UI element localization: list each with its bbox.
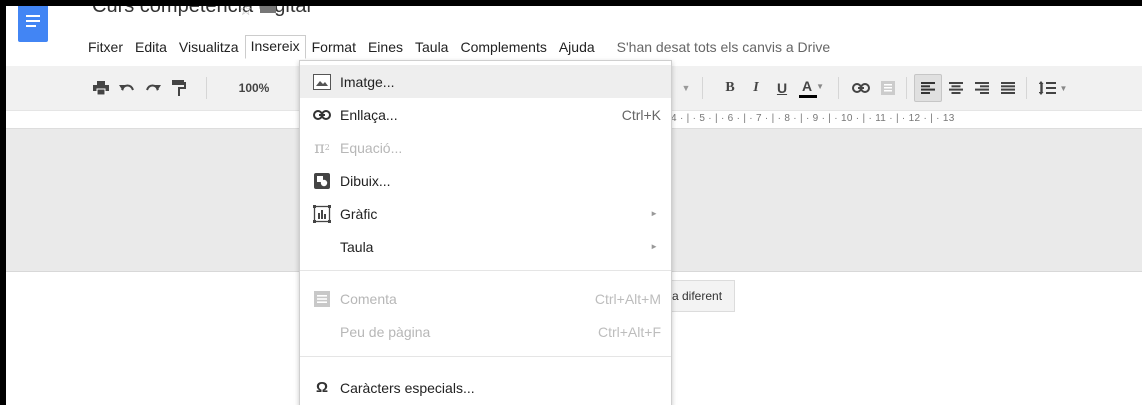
justify-button[interactable] bbox=[996, 66, 1020, 110]
chevron-down-icon: ▼ bbox=[1059, 83, 1068, 93]
zoom-value: 100% bbox=[238, 81, 270, 95]
menu-item-label: Comenta bbox=[340, 290, 397, 307]
docs-logo-icon[interactable] bbox=[18, 6, 48, 42]
menu-item-label: Peu de pàgina bbox=[340, 323, 431, 340]
insert-link-button[interactable] bbox=[848, 66, 874, 110]
print-button[interactable] bbox=[90, 66, 112, 110]
document-title[interactable]: Curs competència digital bbox=[92, 6, 311, 18]
align-center-icon bbox=[949, 82, 963, 94]
insert-menu: Imatge... Enllaça... Ctrl+K π2 Equació..… bbox=[299, 60, 672, 405]
menu-separator bbox=[300, 270, 671, 271]
save-status[interactable]: S'han desat tots els canvis a Drive bbox=[617, 39, 831, 55]
italic-button[interactable]: I bbox=[744, 66, 768, 110]
line-spacing-icon bbox=[1038, 81, 1056, 95]
menu-item-footnote: Peu de pàgina Ctrl+Alt+F bbox=[300, 315, 671, 348]
page-text-chip: a diferent bbox=[661, 280, 736, 312]
redo-icon bbox=[146, 84, 161, 91]
docs-app: Curs competència digital ☆ Fitxer Edita … bbox=[6, 6, 1142, 405]
align-left-button[interactable] bbox=[914, 74, 942, 102]
zoom-select[interactable]: 100% bbox=[230, 66, 278, 110]
chip-text: a diferent bbox=[672, 289, 723, 303]
comment-icon bbox=[313, 290, 331, 308]
toolbar-separator bbox=[838, 77, 839, 99]
toolbar-separator bbox=[906, 77, 907, 99]
menu-item-shortcut: Ctrl+K bbox=[621, 106, 661, 123]
star-icon[interactable]: ☆ bbox=[239, 6, 252, 19]
menu-item-label: Taula bbox=[340, 238, 374, 255]
menu-eines[interactable]: Eines bbox=[362, 36, 409, 58]
menu-complements[interactable]: Complements bbox=[454, 36, 552, 58]
menu-fitxer[interactable]: Fitxer bbox=[82, 36, 129, 58]
menu-item-image[interactable]: Imatge... bbox=[300, 65, 671, 98]
menubar: Fitxer Edita Visualitza Insereix Format … bbox=[82, 34, 830, 60]
menu-item-shortcut: Ctrl+Alt+F bbox=[597, 323, 661, 340]
insert-comment-button[interactable] bbox=[876, 66, 900, 110]
menu-item-link[interactable]: Enllaça... Ctrl+K bbox=[300, 98, 671, 131]
menu-item-chart[interactable]: Gràfic ► bbox=[300, 197, 671, 230]
menu-separator bbox=[300, 356, 671, 357]
undo-icon bbox=[119, 84, 134, 91]
image-icon bbox=[313, 73, 331, 91]
align-right-icon bbox=[975, 82, 989, 94]
menu-item-comment: Comenta Ctrl+Alt+M bbox=[300, 282, 671, 315]
redo-button[interactable] bbox=[142, 66, 164, 110]
link-icon bbox=[852, 83, 870, 93]
menu-edita[interactable]: Edita bbox=[129, 36, 173, 58]
text-color-swatch bbox=[799, 95, 817, 98]
align-right-button[interactable] bbox=[970, 66, 994, 110]
print-icon bbox=[93, 81, 109, 95]
folder-icon[interactable] bbox=[260, 6, 276, 13]
chevron-down-icon: ▼ bbox=[681, 83, 691, 93]
toolbar-separator bbox=[1026, 77, 1027, 99]
menu-item-drawing[interactable]: Dibuix... bbox=[300, 164, 671, 197]
font-size-dropdown[interactable]: ▼ bbox=[678, 66, 694, 110]
toolbar-separator bbox=[206, 77, 207, 99]
align-left-icon bbox=[921, 82, 935, 94]
paint-format-icon bbox=[172, 80, 186, 96]
justify-icon bbox=[1001, 82, 1015, 94]
menu-item-label: Gràfic bbox=[340, 205, 378, 222]
chevron-down-icon: ▼ bbox=[816, 81, 825, 91]
drawing-icon bbox=[313, 172, 331, 190]
menu-item-table[interactable]: Taula ► bbox=[300, 230, 671, 263]
submenu-arrow-icon: ► bbox=[650, 209, 658, 218]
menu-item-label: Imatge... bbox=[340, 73, 395, 90]
menu-ajuda[interactable]: Ajuda bbox=[553, 36, 601, 58]
link-icon bbox=[313, 106, 331, 124]
equation-icon: π2 bbox=[314, 138, 330, 157]
menu-item-label: Equació... bbox=[340, 139, 403, 156]
bold-button[interactable]: B bbox=[718, 66, 742, 110]
chart-icon bbox=[313, 204, 331, 223]
text-color-letter: A bbox=[801, 78, 813, 94]
menu-item-label: Caràcters especials... bbox=[340, 379, 475, 396]
underline-button[interactable]: U bbox=[770, 66, 794, 110]
undo-button[interactable] bbox=[116, 66, 138, 110]
menu-format[interactable]: Format bbox=[306, 36, 362, 58]
text-color-button[interactable]: A ▼ bbox=[796, 66, 830, 110]
align-center-button[interactable] bbox=[944, 66, 968, 110]
ruler-numbers: 4 · | · 5 · | · 6 · | · 7 · | · 8 · | · … bbox=[671, 113, 955, 124]
menu-item-special-characters[interactable]: Ω Caràcters especials... bbox=[300, 371, 671, 404]
menu-item-equation: π2 Equació... bbox=[300, 131, 671, 164]
menu-item-label: Dibuix... bbox=[340, 172, 391, 189]
menu-insereix[interactable]: Insereix bbox=[244, 35, 306, 59]
submenu-arrow-icon: ► bbox=[650, 242, 658, 251]
toolbar-separator bbox=[702, 77, 703, 99]
menu-taula[interactable]: Taula bbox=[409, 36, 454, 58]
paint-format-button[interactable] bbox=[168, 66, 190, 110]
line-spacing-button[interactable]: ▼ bbox=[1036, 66, 1070, 110]
header: Curs competència digital ☆ Fitxer Edita … bbox=[6, 6, 1142, 66]
omega-icon: Ω bbox=[315, 379, 329, 396]
comment-icon bbox=[881, 81, 895, 95]
menu-item-label: Enllaça... bbox=[340, 106, 398, 123]
menu-visualitza[interactable]: Visualitza bbox=[173, 36, 245, 58]
menu-item-shortcut: Ctrl+Alt+M bbox=[594, 290, 661, 307]
